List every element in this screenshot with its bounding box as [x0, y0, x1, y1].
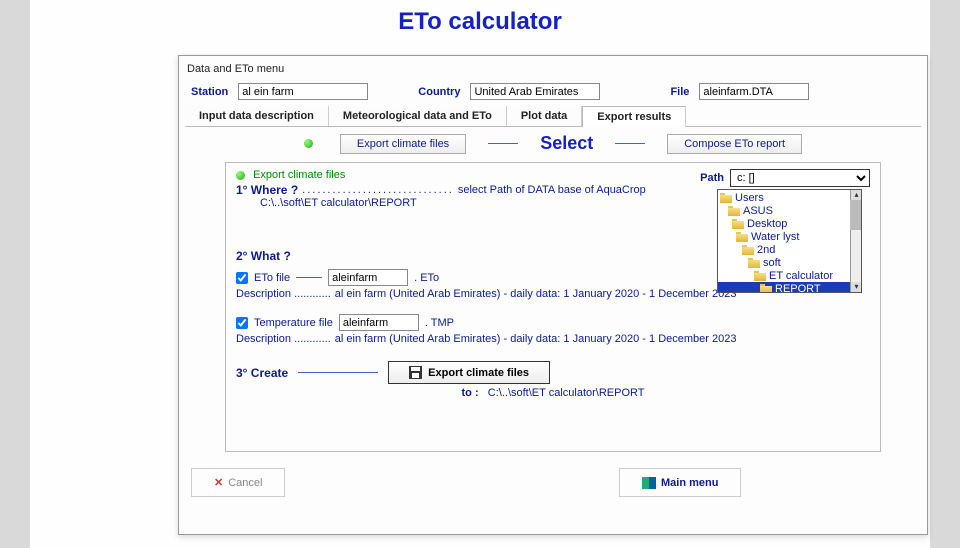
dots: ..............................: [302, 184, 454, 196]
export-climate-files-mode-button[interactable]: Export climate files: [340, 134, 466, 154]
path-label: Path: [700, 172, 724, 184]
country-input[interactable]: [470, 83, 600, 100]
to-path: C:\..\soft\ET calculator\REPORT: [488, 387, 645, 399]
divider-line: [615, 143, 645, 144]
tab-export-results[interactable]: Export results: [582, 106, 686, 127]
save-icon: [409, 366, 422, 379]
export-climate-files-button[interactable]: Export climate files: [388, 361, 550, 384]
folder-icon: [728, 206, 740, 216]
active-mode-dot-icon: [304, 139, 313, 148]
folder-icon: [754, 271, 766, 281]
description-label: Description ............: [236, 333, 331, 345]
divider-line: [488, 143, 518, 144]
step1-instruction: select Path of DATA base of AquaCrop: [458, 184, 646, 196]
compose-eto-report-mode-button[interactable]: Compose ETo report: [667, 134, 802, 154]
temp-file-label: Temperature file: [254, 317, 333, 329]
cancel-button[interactable]: ✕ Cancel: [191, 468, 285, 497]
step1-title: 1° Where ?: [236, 183, 298, 197]
temp-file-input[interactable]: [339, 314, 419, 331]
tree-scrollbar[interactable]: ▴ ▾: [850, 190, 861, 292]
station-label: Station: [191, 86, 228, 98]
step3-title: 3° Create: [236, 366, 288, 380]
to-label: to :: [462, 387, 479, 399]
station-input[interactable]: [238, 83, 368, 100]
description-label: Description ............: [236, 288, 331, 300]
panel-dot-icon: [236, 171, 245, 180]
temp-file-checkbox[interactable]: [236, 317, 248, 329]
tab-input-description[interactable]: Input data description: [185, 106, 329, 126]
eto-file-checkbox[interactable]: [236, 272, 248, 284]
eto-file-label: ETo file: [254, 272, 290, 284]
eto-ext: . ETo: [414, 272, 439, 284]
temp-ext: . TMP: [425, 317, 454, 329]
temp-description: al ein farm (United Arab Emirates) - dai…: [335, 333, 737, 345]
close-icon: ✕: [214, 476, 223, 489]
drive-select[interactable]: c: []: [730, 169, 870, 187]
file-input[interactable]: [699, 83, 809, 100]
divider-line: [298, 372, 378, 373]
folder-icon: [748, 258, 760, 268]
folder-icon: [720, 193, 732, 203]
select-label: Select: [540, 133, 593, 154]
main-menu-button[interactable]: Main menu: [619, 468, 741, 497]
dialog-data-eto-menu: Data and ETo menu Station Country File I…: [178, 55, 928, 535]
scroll-thumb[interactable]: [850, 200, 861, 230]
scroll-down-icon[interactable]: ▾: [851, 282, 862, 292]
folder-icon: [732, 219, 744, 229]
eto-description: al ein farm (United Arab Emirates) - dai…: [335, 288, 737, 300]
app-title: ETo calculator: [30, 8, 930, 36]
folder-icon: [742, 245, 754, 255]
folder-tree[interactable]: Users ASUS Desktop Water lyst 2nd soft E…: [717, 189, 862, 293]
dialog-title: Data and ETo menu: [185, 60, 921, 83]
export-panel: Export climate files Path c: [] 1° Where…: [225, 162, 881, 452]
door-icon: [642, 477, 656, 489]
tab-plot[interactable]: Plot data: [507, 106, 582, 126]
folder-icon: [760, 284, 772, 294]
scroll-up-icon[interactable]: ▴: [851, 190, 862, 200]
eto-file-input[interactable]: [328, 269, 408, 286]
panel-heading: Export climate files: [253, 169, 345, 181]
folder-icon: [736, 232, 748, 242]
file-label: File: [670, 86, 689, 98]
country-label: Country: [418, 86, 460, 98]
tab-meteo[interactable]: Meteorological data and ETo: [329, 106, 507, 126]
